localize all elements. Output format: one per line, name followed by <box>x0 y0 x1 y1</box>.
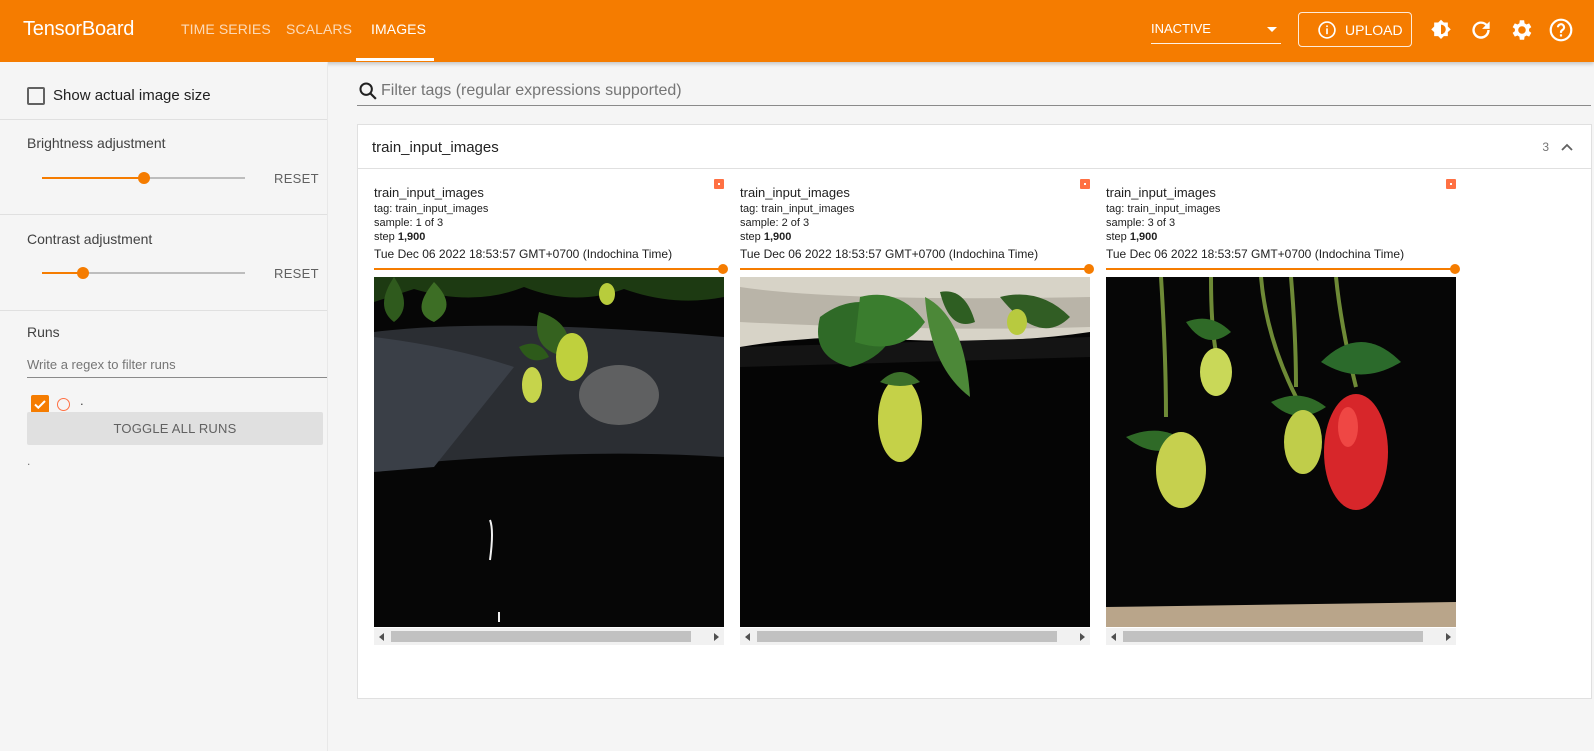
scroll-right-icon[interactable] <box>1080 633 1085 641</box>
scroll-left-icon[interactable] <box>1111 633 1116 641</box>
contrast-slider[interactable] <box>42 272 245 274</box>
step-slider-thumb[interactable] <box>1450 264 1460 274</box>
search-icon <box>359 82 377 100</box>
image-card-sample: sample: 3 of 3 <box>1106 217 1176 229</box>
runs-label: Runs <box>27 324 60 340</box>
scroll-left-icon[interactable] <box>379 633 384 641</box>
scroll-right-icon[interactable] <box>1446 633 1451 641</box>
contrast-reset-button[interactable]: RESET <box>274 266 319 281</box>
step-slider-thumb[interactable] <box>718 264 728 274</box>
horizontal-scrollbar[interactable] <box>374 628 724 645</box>
contrast-section: Contrast adjustment RESET <box>0 215 327 311</box>
help-icon[interactable] <box>1548 17 1574 43</box>
strawberry-plant-photo <box>740 277 1090 627</box>
active-tab-indicator <box>356 58 434 61</box>
run-color-swatch[interactable] <box>57 398 70 411</box>
upload-button[interactable]: UPLOAD <box>1298 12 1412 47</box>
toggle-all-runs-button[interactable]: TOGGLE ALL RUNS <box>27 412 323 445</box>
scrollbar-thumb[interactable] <box>757 631 1057 642</box>
brightness-reset-button[interactable]: RESET <box>274 171 319 186</box>
contrast-slider-thumb[interactable] <box>77 267 89 279</box>
group-count: 3 <box>1542 140 1549 154</box>
runs-filter-input[interactable] <box>27 352 327 378</box>
run-name: . <box>80 393 84 408</box>
top-app-bar: TensorBoard TIME SERIES SCALARS IMAGES I… <box>0 0 1594 62</box>
actual-size-section: Show actual image size <box>0 62 327 120</box>
image-card-date: Tue Dec 06 2022 18:53:57 GMT+0700 (Indoc… <box>740 247 1039 261</box>
tab-images[interactable]: IMAGES <box>371 21 426 37</box>
image-card-menu-icon[interactable] <box>1080 179 1090 189</box>
status-select[interactable]: INACTIVE <box>1151 14 1281 44</box>
image-card-title: train_input_images <box>740 185 850 200</box>
settings-icon[interactable] <box>1508 17 1534 43</box>
group-header[interactable]: train_input_images 3 <box>358 125 1591 169</box>
image-group-card: train_input_images 3 train_input_images … <box>357 124 1592 699</box>
checkmark-icon <box>34 400 46 410</box>
group-title: train_input_images <box>372 139 499 156</box>
image-card-tag: tag: train_input_images <box>374 203 489 215</box>
image-card-sample: sample: 1 of 3 <box>374 217 444 229</box>
image-card-title: train_input_images <box>1106 185 1216 200</box>
image-card-step: step 1,900 <box>740 231 792 243</box>
chevron-down-icon <box>1267 27 1277 32</box>
theme-toggle-icon[interactable] <box>1428 17 1454 43</box>
chevron-up-icon[interactable] <box>1559 139 1575 155</box>
strawberry-plant-photo <box>374 277 724 627</box>
scroll-right-icon[interactable] <box>714 633 719 641</box>
image-card-title: train_input_images <box>374 185 484 200</box>
actual-size-checkbox[interactable] <box>27 87 45 105</box>
horizontal-scrollbar[interactable] <box>1106 628 1456 645</box>
refresh-icon[interactable] <box>1468 17 1494 43</box>
image-card-step: step 1,900 <box>374 231 426 243</box>
step-slider[interactable] <box>1106 264 1460 274</box>
runs-footer: . <box>27 454 31 468</box>
actual-size-label: Show actual image size <box>53 87 211 104</box>
step-slider[interactable] <box>374 264 728 274</box>
step-slider[interactable] <box>740 264 1094 274</box>
tag-filter-input[interactable] <box>381 80 1561 102</box>
image-card-menu-icon[interactable] <box>1446 179 1456 189</box>
scroll-left-icon[interactable] <box>745 633 750 641</box>
image-card-sample: sample: 2 of 3 <box>740 217 810 229</box>
image-card-date: Tue Dec 06 2022 18:53:57 GMT+0700 (Indoc… <box>1106 247 1405 261</box>
tag-filter <box>357 76 1591 106</box>
upload-label: UPLOAD <box>1345 22 1403 38</box>
run-checkbox[interactable] <box>31 395 49 413</box>
step-slider-thumb[interactable] <box>1084 264 1094 274</box>
sidebar: Show actual image size Brightness adjust… <box>0 62 327 751</box>
image-card-tag: tag: train_input_images <box>1106 203 1221 215</box>
brightness-label: Brightness adjustment <box>27 135 166 151</box>
scrollbar-thumb[interactable] <box>1123 631 1423 642</box>
contrast-label: Contrast adjustment <box>27 231 153 247</box>
horizontal-scrollbar[interactable] <box>740 628 1090 645</box>
image-card-date: Tue Dec 06 2022 18:53:57 GMT+0700 (Indoc… <box>374 247 673 261</box>
status-select-value: INACTIVE <box>1151 21 1211 36</box>
brightness-section: Brightness adjustment RESET <box>0 120 327 215</box>
info-icon <box>1318 21 1336 39</box>
app-title[interactable]: TensorBoard <box>23 18 134 41</box>
scrollbar-thumb[interactable] <box>391 631 691 642</box>
image-card-step: step 1,900 <box>1106 231 1158 243</box>
strawberry-plant-photo <box>1106 277 1456 627</box>
sidebar-divider <box>327 62 328 751</box>
tab-scalars[interactable]: SCALARS <box>286 21 352 37</box>
brightness-slider-thumb[interactable] <box>138 172 150 184</box>
tab-time-series[interactable]: TIME SERIES <box>181 21 271 37</box>
image-card-menu-icon[interactable] <box>714 179 724 189</box>
image-card-tag: tag: train_input_images <box>740 203 855 215</box>
